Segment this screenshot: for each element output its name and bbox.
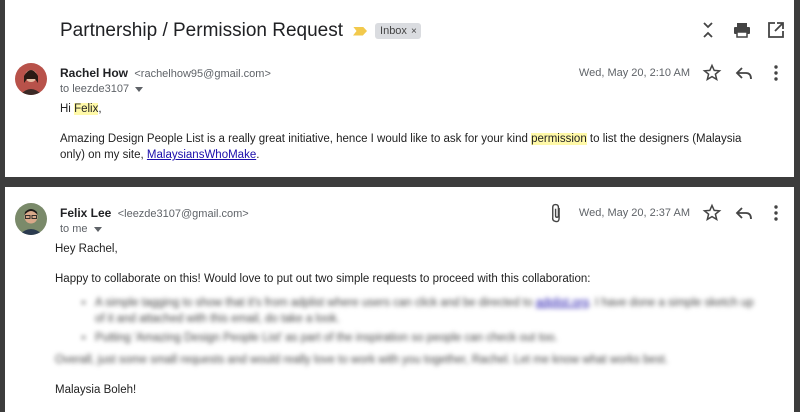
message-date: Wed, May 20, 2:37 AM — [578, 207, 690, 219]
greeting-suffix: , — [98, 103, 102, 115]
subject-row: Partnership / Permission Request Inbox × — [60, 20, 421, 42]
list-item: Putting 'Amazing Design People List' as … — [95, 330, 754, 346]
malaysianswhomake-link[interactable]: MalaysiansWhoMake — [147, 149, 256, 161]
bullet-text: A simple tagging to show that it's from … — [95, 297, 536, 309]
sender-avatar[interactable] — [15, 63, 47, 95]
body-text-end: . — [256, 149, 260, 161]
list-item: A simple tagging to show that it's from … — [95, 295, 754, 327]
sender-name[interactable]: Rachel How — [60, 66, 128, 80]
remove-label-icon[interactable]: × — [411, 26, 417, 37]
thread-toolbar — [698, 20, 786, 40]
star-icon[interactable] — [702, 203, 722, 223]
reply-icon[interactable] — [734, 63, 754, 83]
sender-avatar[interactable] — [15, 203, 47, 235]
sender-name[interactable]: Felix Lee — [60, 206, 111, 220]
show-details-icon[interactable] — [135, 86, 144, 92]
body-text-start: Amazing Design People List is a really g… — [60, 133, 532, 145]
more-options-icon[interactable] — [766, 203, 786, 223]
message-meta: Wed, May 20, 2:37 AM — [547, 203, 786, 223]
recipient-line: to leezde3107 — [60, 83, 144, 95]
message-card-2: Felix Lee <leezde3107@gmail.com> to me W… — [5, 187, 794, 412]
adplist-link[interactable]: adplist.org — [536, 297, 589, 309]
collapse-all-icon[interactable] — [698, 20, 718, 40]
label-text: Inbox — [380, 25, 407, 37]
body-paragraph-1: Happy to collaborate on this! Would love… — [55, 273, 591, 285]
open-in-new-window-icon[interactable] — [766, 20, 786, 40]
highlighted-word: permission — [531, 133, 587, 145]
attachment-icon — [547, 203, 567, 223]
signoff-line: Malaysia Boleh! — [55, 384, 137, 396]
message-meta: Wed, May 20, 2:10 AM — [579, 63, 786, 83]
sender-line: Felix Lee <leezde3107@gmail.com> — [60, 206, 249, 220]
message-date: Wed, May 20, 2:10 AM — [578, 67, 690, 79]
sender-email: <leezde3107@gmail.com> — [117, 208, 249, 220]
sender-email: <rachelhow95@gmail.com> — [134, 68, 271, 80]
message-card-1: Partnership / Permission Request Inbox ×… — [5, 0, 794, 177]
inbox-label-chip[interactable]: Inbox × — [375, 23, 421, 39]
thread-subject: Partnership / Permission Request — [60, 20, 344, 41]
print-icon[interactable] — [732, 20, 752, 40]
reply-icon[interactable] — [734, 203, 754, 223]
important-marker-icon[interactable] — [353, 26, 368, 36]
greeting-line: Hi Felix, — [60, 101, 754, 117]
body-paragraph-2: Overall, just some small requests and wo… — [55, 354, 668, 366]
message-body-2: Hey Rachel, Happy to collaborate on this… — [55, 241, 754, 398]
more-options-icon[interactable] — [766, 63, 786, 83]
highlighted-name: Felix — [74, 103, 99, 115]
greeting-prefix: Hi — [60, 103, 75, 115]
star-icon[interactable] — [702, 63, 722, 83]
request-list: A simple tagging to show that it's from … — [55, 295, 754, 346]
recipient-text: to leezde3107 — [60, 83, 130, 95]
sender-line: Rachel How <rachelhow95@gmail.com> — [60, 66, 271, 80]
recipient-text: to me — [60, 223, 88, 235]
body-paragraph: Amazing Design People List is a really g… — [60, 131, 754, 163]
recipient-line: to me — [60, 223, 102, 235]
show-details-icon[interactable] — [93, 226, 102, 232]
greeting-line: Hey Rachel, — [55, 243, 118, 255]
message-body-1: Hi Felix, Amazing Design People List is … — [60, 101, 754, 163]
